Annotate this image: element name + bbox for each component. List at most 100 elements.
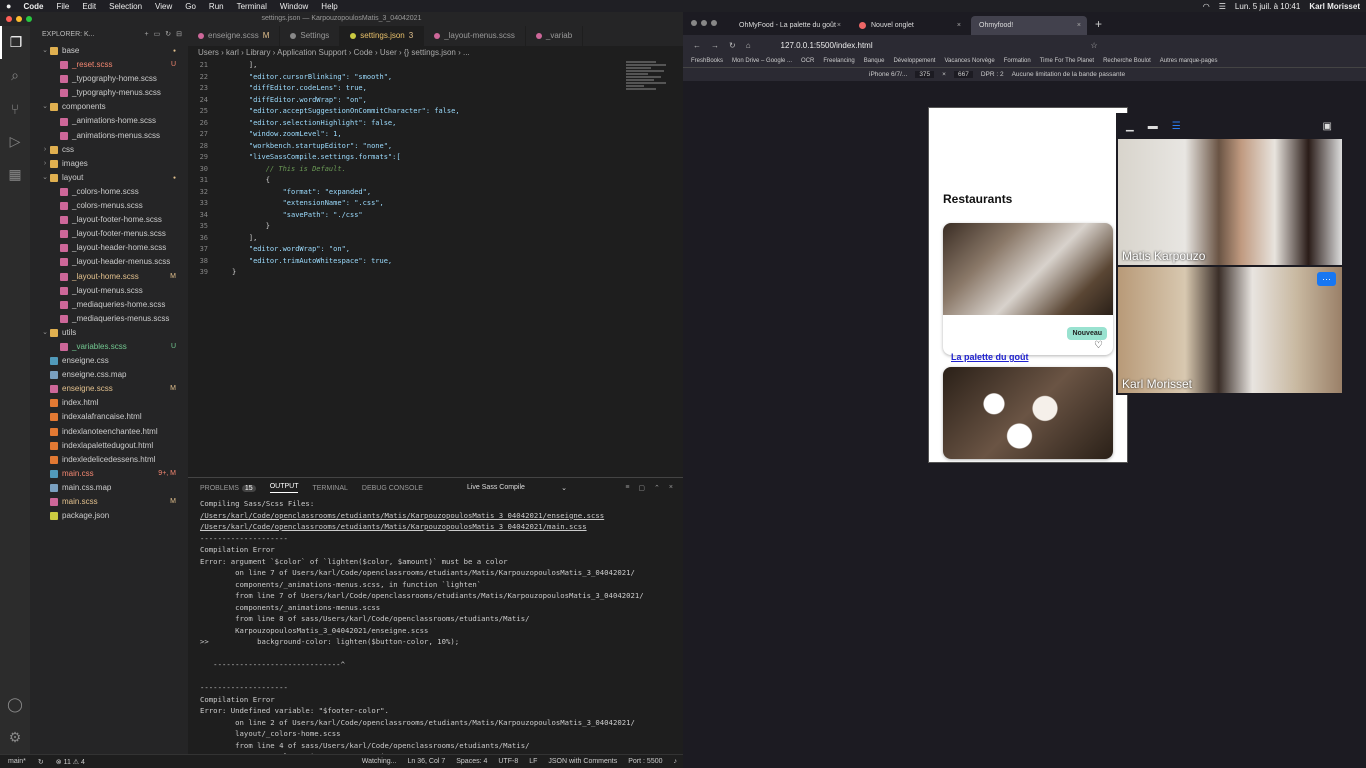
close-tab-icon[interactable]: × — [957, 22, 961, 29]
url-bar[interactable]: 127.0.0.1:5500/index.html — [781, 41, 1081, 50]
bookmark-item[interactable]: Mon Drive – Google ... — [732, 58, 792, 64]
file-item[interactable]: _typography-home.scss — [30, 72, 188, 86]
menu-file[interactable]: File — [56, 2, 69, 11]
code-line[interactable]: 32 "format": "expanded", — [188, 187, 628, 199]
code-line[interactable]: 36 ], — [188, 233, 628, 245]
file-item[interactable]: _typography-menus.scss — [30, 86, 188, 100]
tab-terminal[interactable]: TERMINAL — [312, 485, 347, 492]
file-item[interactable]: indexlanoteenchantee.html — [30, 425, 188, 439]
code-line[interactable]: 35 } — [188, 221, 628, 233]
code-line[interactable]: 24 "diffEditor.wordWrap": "on", — [188, 95, 628, 107]
account-icon[interactable]: ◯ — [0, 688, 30, 721]
file-item[interactable]: _layout-header-menus.scss — [30, 255, 188, 269]
bell-icon[interactable]: ♪ — [674, 758, 678, 765]
close-tab-icon[interactable]: × — [1077, 22, 1081, 29]
code-line[interactable]: 21 ], — [188, 60, 628, 72]
menu-go[interactable]: Go — [185, 2, 196, 11]
bookmark-item[interactable]: Développement — [893, 58, 935, 64]
close-window-button[interactable] — [6, 16, 12, 22]
forward-icon[interactable]: → — [711, 41, 719, 50]
tab-debug-console[interactable]: DEBUG CONSOLE — [362, 485, 423, 492]
wifi-icon[interactable]: ◠ — [1203, 2, 1210, 11]
close-tab-icon[interactable]: × — [837, 22, 841, 29]
bookmark-star-icon[interactable]: ☆ — [1091, 41, 1098, 50]
minimize-icon[interactable]: ▁ — [1126, 121, 1134, 132]
editor-tab[interactable]: _layout-menus.scss — [424, 26, 526, 46]
code-line[interactable]: 27 "window.zoomLevel": 1, — [188, 129, 628, 141]
output-line[interactable]: /Users/karl/Code/openclassrooms/etudiant… — [200, 521, 683, 533]
bookmark-item[interactable]: Freelancing — [823, 58, 854, 64]
code-line[interactable]: 31 { — [188, 175, 628, 187]
minimap[interactable] — [626, 60, 676, 120]
list-view-icon[interactable]: ☰ — [1172, 121, 1181, 132]
browser-close-button[interactable] — [691, 20, 697, 26]
folder-item[interactable]: › css — [30, 143, 188, 157]
file-item[interactable]: _variables.scss U — [30, 340, 188, 354]
gear-icon[interactable]: ⚙ — [0, 721, 30, 754]
breadcrumb[interactable]: Users › karl › Library › Application Sup… — [188, 46, 683, 60]
file-item[interactable]: _animations-menus.scss — [30, 129, 188, 143]
editor-tab[interactable]: _variab — [526, 26, 584, 46]
indentation-status[interactable]: Spaces: 4 — [456, 758, 487, 765]
run-debug-icon[interactable]: ▷ — [0, 125, 30, 158]
source-control-icon[interactable]: ⑂ — [0, 92, 30, 125]
menu-selection[interactable]: Selection — [109, 2, 142, 11]
clear-output-icon[interactable]: ≡ — [625, 484, 629, 492]
code-line[interactable]: 29 "liveSassCompile.settings.formats":[ — [188, 152, 628, 164]
code-line[interactable]: 23 "diffEditor.codeLens": true, — [188, 83, 628, 95]
folder-item[interactable]: › images — [30, 157, 188, 171]
editor-tab[interactable]: settings.json 3 — [340, 26, 425, 46]
menu-run[interactable]: Run — [209, 2, 224, 11]
browser-tab-ohmyfood[interactable]: Ohmyfood! × — [971, 16, 1087, 35]
menu-terminal[interactable]: Terminal — [237, 2, 267, 11]
file-item[interactable]: main.css 9+, M — [30, 467, 188, 481]
file-item[interactable]: _layout-menus.scss — [30, 284, 188, 298]
menu-edit[interactable]: Edit — [82, 2, 96, 11]
restaurant-card[interactable] — [943, 367, 1113, 459]
file-item[interactable]: indexalafrancaise.html — [30, 410, 188, 424]
viewport-height-input[interactable]: 667 — [953, 71, 973, 78]
close-panel-icon[interactable]: × — [669, 484, 673, 492]
new-file-icon[interactable]: + — [145, 26, 149, 44]
restaurant-card[interactable]: Nouveau ♡ — [943, 223, 1113, 355]
search-icon[interactable]: ⌕ — [0, 59, 30, 92]
file-item[interactable]: _colors-menus.scss — [30, 199, 188, 213]
code-line[interactable]: 30 // This is Default. — [188, 164, 628, 176]
bookmark-item[interactable]: Formation — [1004, 58, 1031, 64]
file-item[interactable]: _layout-header-home.scss — [30, 241, 188, 255]
file-item[interactable]: index.html — [30, 396, 188, 410]
bookmark-item[interactable]: OCR — [801, 58, 814, 64]
file-item[interactable]: _layout-footer-home.scss — [30, 213, 188, 227]
home-icon[interactable]: ⌂ — [746, 41, 751, 50]
file-item[interactable]: package.json — [30, 509, 188, 523]
file-item[interactable]: indexledelicedessens.html — [30, 453, 188, 467]
restaurant-link[interactable]: La palette du goût — [951, 352, 1029, 362]
zoom-window-button[interactable] — [26, 16, 32, 22]
file-item[interactable]: _mediaqueries-menus.scss — [30, 312, 188, 326]
reload-icon[interactable]: ↻ — [729, 41, 736, 50]
folder-item[interactable]: ⌄ utils — [30, 326, 188, 340]
participant-video[interactable]: ··· Karl Morisset — [1118, 267, 1342, 393]
maximize-panel-icon[interactable]: ⌃ — [654, 484, 660, 492]
file-item[interactable]: main.css.map — [30, 481, 188, 495]
output-channel-select[interactable]: Live Sass Compile ⌄ — [467, 484, 567, 492]
problems-status[interactable]: ⊗ 11 ⚠ 4 — [56, 758, 85, 766]
live-server-status[interactable]: Port : 5500 — [628, 758, 662, 765]
tab-problems[interactable]: PROBLEMS 15 — [200, 484, 256, 492]
file-item[interactable]: _colors-home.scss — [30, 185, 188, 199]
folder-item[interactable]: ⌄ components — [30, 100, 188, 114]
participant-video[interactable]: Matis Karpouzo — [1118, 139, 1342, 265]
code-line[interactable]: 22 "editor.cursorBlinking": "smooth", — [188, 72, 628, 84]
menu-help[interactable]: Help — [321, 2, 337, 11]
file-item[interactable]: enseigne.scss M — [30, 382, 188, 396]
tab-output[interactable]: OUTPUT — [269, 483, 299, 493]
minimize-window-button[interactable] — [16, 16, 22, 22]
more-options-button[interactable]: ··· — [1317, 272, 1336, 286]
device-select[interactable]: iPhone 6/7/... — [869, 71, 907, 78]
cursor-position[interactable]: Ln 36, Col 7 — [407, 758, 445, 765]
code-line[interactable]: 37 "editor.wordWrap": "on", — [188, 244, 628, 256]
bookmark-item[interactable]: Recherche Boulot — [1103, 58, 1151, 64]
file-item[interactable]: _layout-home.scss M — [30, 270, 188, 284]
grid-view-icon[interactable]: ▬ — [1148, 121, 1158, 132]
collapse-icon[interactable]: ⊟ — [176, 26, 182, 44]
